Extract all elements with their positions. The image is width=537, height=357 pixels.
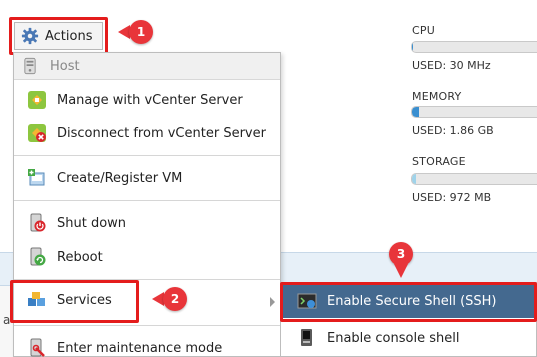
create-vm-icon [28, 169, 45, 186]
memory-used: USED: 1.86 GB [412, 124, 494, 137]
memory-label: MEMORY [412, 90, 462, 103]
vcenter-manage-icon [28, 91, 46, 109]
menu-item-label: Disconnect from vCenter Server [57, 125, 266, 141]
menu-separator [14, 155, 280, 156]
menu-header-host: Host [14, 53, 280, 80]
step-badge-3: 3 [389, 242, 413, 266]
cpu-usage-bar [411, 41, 537, 53]
step-badge-1: 1 [129, 20, 153, 44]
menu-separator [14, 200, 280, 201]
menu-item-label: Reboot [57, 249, 103, 265]
storage-usage-bar [411, 173, 537, 185]
menu-item-label: Manage with vCenter Server [57, 92, 243, 108]
reboot-icon [30, 247, 46, 266]
menu-item-label: Enter maintenance mode [57, 340, 223, 356]
storage-label: STORAGE [412, 155, 466, 168]
menu-item-shut-down[interactable]: Shut down [14, 208, 280, 238]
cpu-label: CPU [412, 24, 435, 37]
menu-separator [14, 325, 280, 326]
menu-header-label: Host [50, 58, 80, 74]
memory-usage-bar [411, 106, 537, 118]
step-badge-2: 2 [163, 287, 187, 311]
cpu-used: USED: 30 MHz [412, 59, 491, 72]
submenu-item-enable-console-shell[interactable]: Enable console shell [281, 321, 536, 355]
submenu-item-label: Enable console shell [327, 330, 460, 346]
menu-item-enter-maintenance-mode[interactable]: Enter maintenance mode [14, 333, 280, 357]
cpu-usage-fill [412, 42, 414, 52]
menu-item-reboot[interactable]: Reboot [14, 242, 280, 272]
shutdown-icon [30, 213, 46, 232]
maintenance-icon [30, 338, 45, 357]
ssh-highlight-box [280, 282, 537, 322]
submenu-arrow-icon [270, 297, 275, 307]
storage-usage-fill [412, 174, 417, 184]
console-shell-icon [301, 329, 312, 346]
menu-item-disconnect-vcenter[interactable]: Disconnect from vCenter Server [14, 118, 280, 148]
services-highlight-box [10, 280, 139, 323]
menu-item-label: Shut down [57, 215, 127, 231]
badge-3-pointer [394, 264, 408, 278]
vcenter-disconnect-icon [28, 124, 46, 142]
host-icon [24, 57, 36, 75]
storage-used: USED: 972 MB [412, 191, 492, 204]
actions-highlight-box [9, 17, 108, 55]
memory-usage-fill [412, 107, 419, 117]
menu-item-create-register-vm[interactable]: Create/Register VM [14, 163, 280, 193]
menu-item-label: Create/Register VM [57, 170, 183, 186]
menu-item-manage-vcenter[interactable]: Manage with vCenter Server [14, 85, 280, 115]
